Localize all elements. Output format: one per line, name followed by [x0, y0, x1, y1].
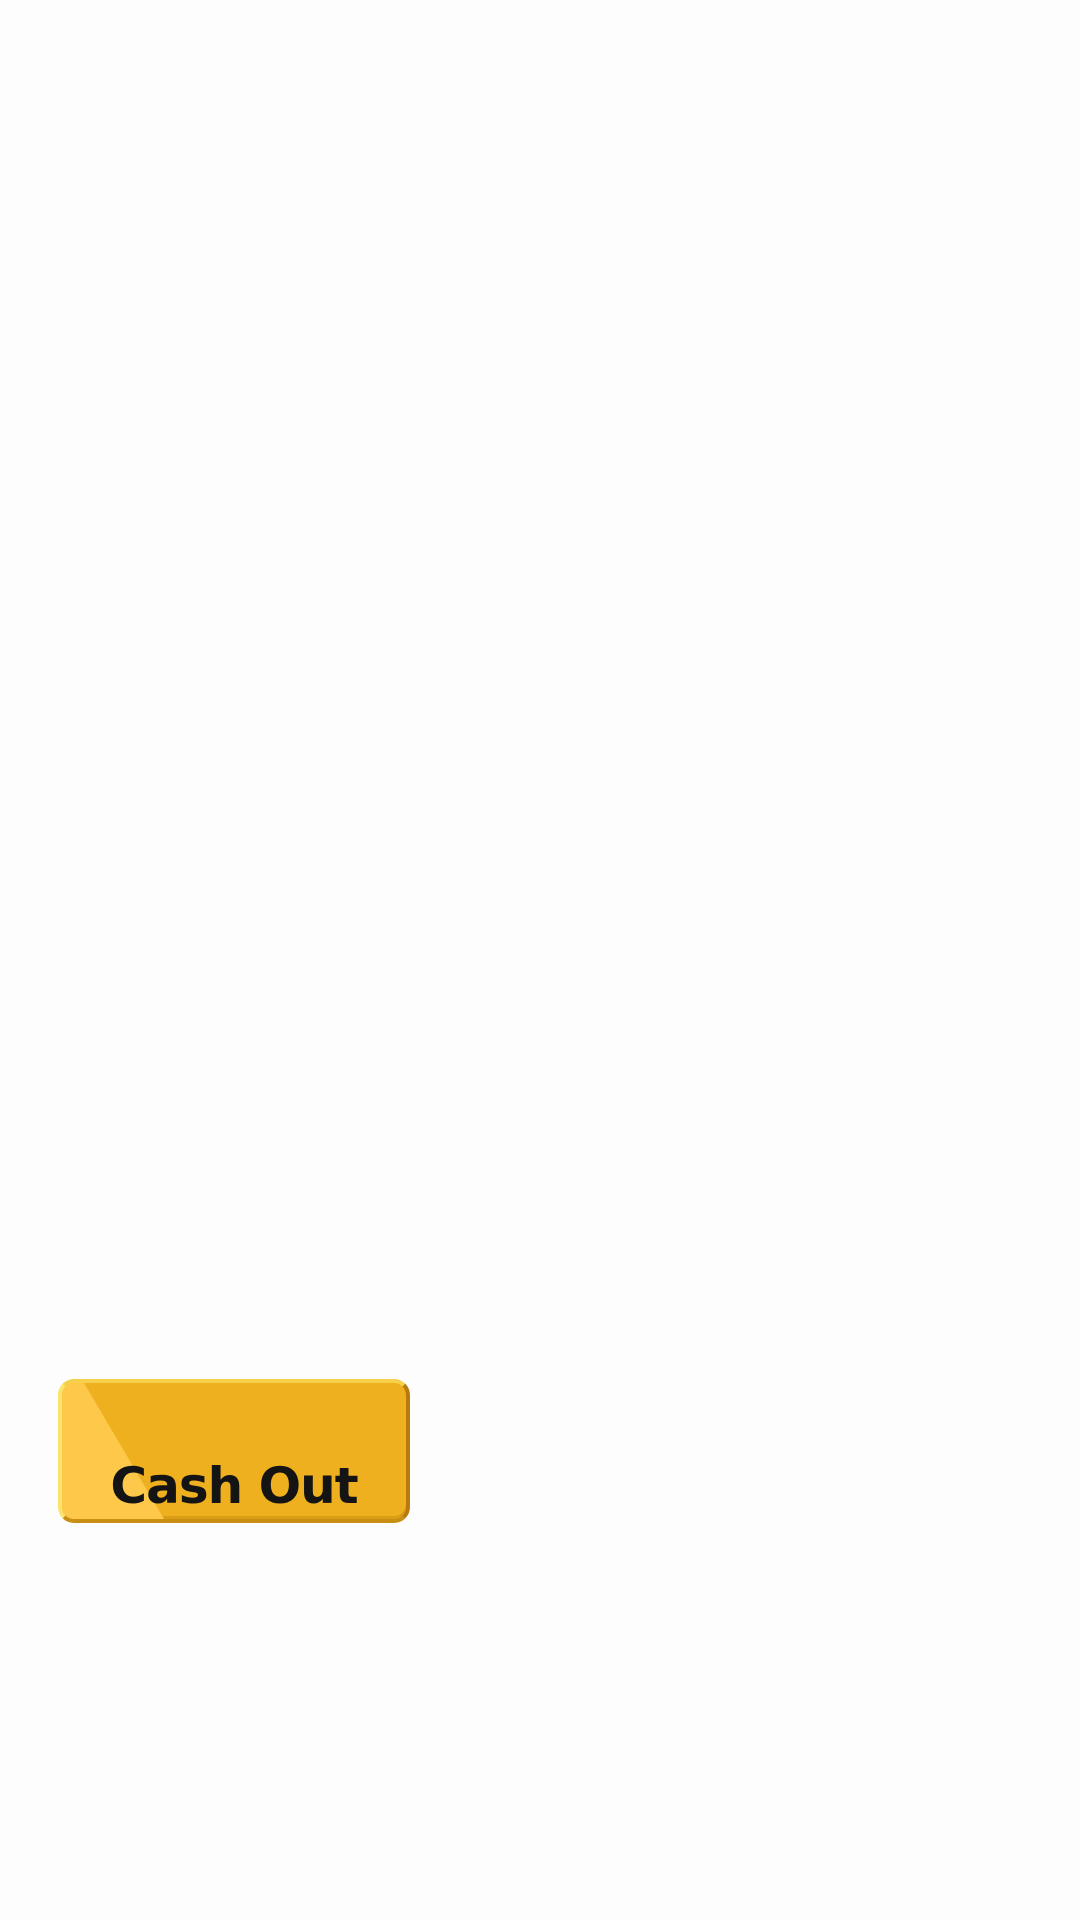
- cash-out-button[interactable]: Cash Out: [58, 1379, 410, 1523]
- cash-out-label: Cash Out: [110, 1457, 358, 1515]
- game-screen: Cash Out: [0, 0, 1080, 1920]
